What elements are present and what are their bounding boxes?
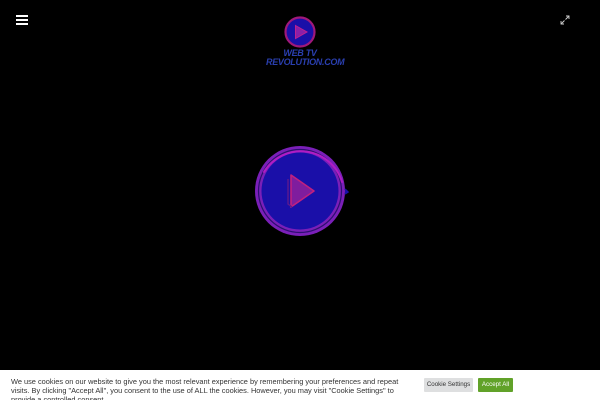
page: WEB TV REVOLUTION.COM We use cookies on … (0, 0, 600, 400)
site-logo[interactable]: WEB TV REVOLUTION.COM (266, 15, 345, 73)
play-icon[interactable] (252, 142, 350, 240)
cookie-settings-button[interactable]: Cookie Settings (424, 378, 473, 392)
cookie-message: We use cookies on our website to give yo… (11, 377, 399, 400)
logo-play-icon (284, 16, 316, 48)
accept-all-button[interactable]: Accept All (478, 378, 513, 392)
hamburger-menu-icon[interactable] (16, 15, 28, 27)
expand-fullscreen-icon[interactable] (560, 15, 570, 25)
logo-text-line2: REVOLUTION.COM (266, 57, 345, 67)
